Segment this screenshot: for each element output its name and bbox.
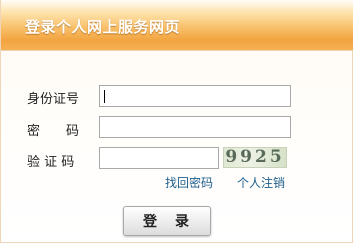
login-panel: 登录个人网上服务网页 身份证号 密 码 验 证 码 9925 找回密码 个人注销… [0,0,353,243]
id-number-label: 身份证号 [27,92,80,107]
page-title: 登录个人网上服务网页 [25,18,181,36]
password-label: 密 码 [27,124,80,139]
id-number-field[interactable] [99,85,291,107]
recover-password-link[interactable]: 找回密码 [165,174,213,191]
login-button[interactable]: 登 录 [123,206,211,236]
text-cursor [104,90,105,103]
captcha-image[interactable]: 9925 [223,147,287,168]
captcha-field[interactable] [99,147,219,169]
captcha-label: 验 证 码 [27,155,75,170]
panel-header: 登录个人网上服务网页 [1,0,353,51]
personal-logout-link[interactable]: 个人注销 [237,174,285,191]
password-field[interactable] [99,116,291,138]
